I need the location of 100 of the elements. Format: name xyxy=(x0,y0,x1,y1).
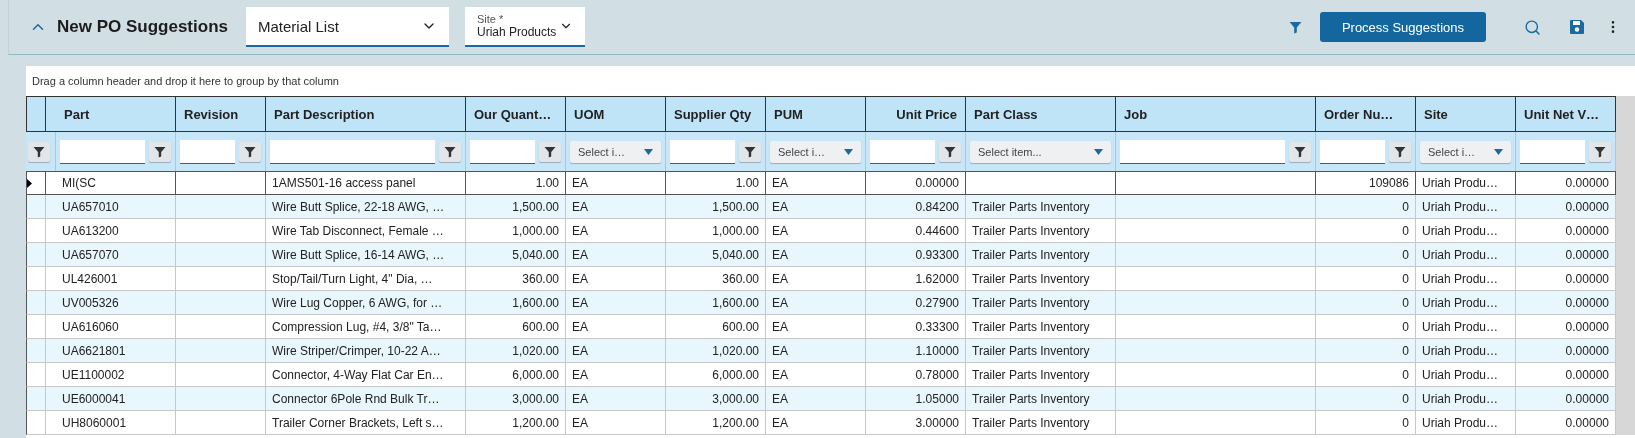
column-header[interactable]: Site xyxy=(1416,96,1516,132)
column-header[interactable]: Order Nu… xyxy=(1316,96,1416,132)
filter-button[interactable] xyxy=(939,141,961,162)
table-cell: Trailer Corner Brackets, Left s… xyxy=(266,411,466,435)
column-header[interactable]: Job xyxy=(1116,96,1316,132)
table-cell: UL426001 xyxy=(56,267,176,291)
table-cell: 6,000.00 xyxy=(466,363,566,387)
column-header[interactable]: Unit Net V… xyxy=(1516,96,1616,132)
filter-input[interactable] xyxy=(870,139,935,164)
table-cell: Wire Striper/Crimper, 10-22 A… xyxy=(266,339,466,363)
filter-input[interactable] xyxy=(270,139,435,164)
table-cell: UA657010 xyxy=(56,195,176,219)
filter-input[interactable] xyxy=(1520,139,1585,164)
table-cell: 109086 xyxy=(1316,171,1416,195)
table-cell: 600.00 xyxy=(466,315,566,339)
table-cell: 1,020.00 xyxy=(466,339,566,363)
table-cell: 0.00000 xyxy=(1516,363,1616,387)
table-cell: UV005326 xyxy=(56,291,176,315)
row-indicator[interactable] xyxy=(26,171,46,195)
filter-button[interactable] xyxy=(739,141,761,162)
column-header[interactable]: UOM xyxy=(566,96,666,132)
filter-input[interactable] xyxy=(1120,139,1285,164)
table-cell: Uriah Produ… xyxy=(1416,171,1516,195)
table-cell: 0.44600 xyxy=(866,219,966,243)
table-cell: Stop/Tail/Turn Light, 4" Dia, … xyxy=(266,267,466,291)
table-cell: EA xyxy=(566,363,666,387)
filter-button[interactable] xyxy=(239,141,261,162)
filter-select[interactable]: Select i… xyxy=(770,140,861,163)
table-cell: 1,020.00 xyxy=(666,339,766,363)
table-cell: 1.62000 xyxy=(866,267,966,291)
filter-icon xyxy=(244,145,256,158)
filter-button[interactable] xyxy=(539,141,561,162)
site-select[interactable]: Site * Uriah Products xyxy=(465,7,585,47)
group-by-hint: Drag a column header and drop it here to group by that column xyxy=(31,74,340,89)
column-header[interactable]: PUM xyxy=(766,96,866,132)
column-header[interactable]: Our Quant… xyxy=(466,96,566,132)
filter-input[interactable] xyxy=(470,139,535,164)
table-cell: Uriah Produ… xyxy=(1416,363,1516,387)
table-cell: EA xyxy=(766,243,866,267)
table-cell: Uriah Produ… xyxy=(1416,411,1516,435)
filter-button[interactable] xyxy=(28,141,50,162)
column-header[interactable]: Revision xyxy=(176,96,266,132)
table-cell: EA xyxy=(766,219,866,243)
table-cell: Uriah Produ… xyxy=(1416,387,1516,411)
field-value: Uriah Products xyxy=(477,25,557,39)
table-cell: 1.10000 xyxy=(866,339,966,363)
filter-input[interactable] xyxy=(180,139,235,164)
view-select[interactable]: Material List xyxy=(246,7,449,47)
table-cell: EA xyxy=(566,291,666,315)
table-cell: UE6000041 xyxy=(56,387,176,411)
filter-select[interactable]: Select i… xyxy=(1420,140,1511,163)
column-header[interactable]: Supplier Qty xyxy=(666,96,766,132)
filter-button[interactable] xyxy=(1289,141,1311,162)
filter-select[interactable]: Select i… xyxy=(570,140,661,163)
table-cell: EA xyxy=(566,339,666,363)
filter-button[interactable] xyxy=(1389,141,1411,162)
filter-icon xyxy=(544,145,556,158)
table-cell: 0.93300 xyxy=(866,243,966,267)
scrollbar[interactable] xyxy=(1616,96,1635,435)
table-cell: 0.00000 xyxy=(1516,387,1616,411)
filter-icon xyxy=(1294,145,1306,158)
table-cell: Trailer Parts Inventory xyxy=(966,387,1116,411)
table-cell: 1,600.00 xyxy=(666,291,766,315)
filter-input[interactable] xyxy=(1320,139,1385,164)
table-cell: Trailer Parts Inventory xyxy=(966,195,1116,219)
table-cell: EA xyxy=(566,267,666,291)
table-cell: Trailer Parts Inventory xyxy=(966,267,1116,291)
table-cell: UA616060 xyxy=(56,315,176,339)
filter-input[interactable] xyxy=(670,139,735,164)
table-cell: Trailer Parts Inventory xyxy=(966,363,1116,387)
page-title: New PO Suggestions xyxy=(57,17,228,37)
filter-button[interactable] xyxy=(1589,141,1611,162)
filter-icon xyxy=(1594,145,1606,158)
filter-select[interactable]: Select item... xyxy=(970,140,1111,163)
search-button[interactable] xyxy=(1524,18,1541,36)
column-header[interactable]: Unit Price xyxy=(866,96,966,132)
process-suggestions-button[interactable]: Process Suggestions xyxy=(1319,12,1486,42)
column-header[interactable]: Part Class xyxy=(966,96,1116,132)
table-cell: 0 xyxy=(1316,243,1416,267)
table-cell: EA xyxy=(766,315,866,339)
save-button[interactable] xyxy=(1569,19,1585,35)
column-header[interactable]: Part Description xyxy=(266,96,466,132)
table-cell: EA xyxy=(566,387,666,411)
table-cell: 5,040.00 xyxy=(466,243,566,267)
table-cell: EA xyxy=(766,267,866,291)
filter-icon xyxy=(33,145,45,158)
filter-button[interactable] xyxy=(149,141,171,162)
table-cell: 3,000.00 xyxy=(466,387,566,411)
table-cell: EA xyxy=(566,411,666,435)
caret-icon xyxy=(844,148,853,155)
table-cell: 0.33300 xyxy=(866,315,966,339)
table-cell: Wire Tab Disconnect, Female … xyxy=(266,219,466,243)
table-cell: 1,000.00 xyxy=(666,219,766,243)
table-cell: Wire Butt Splice, 16-14 AWG, … xyxy=(266,243,466,267)
table-cell: 0 xyxy=(1316,363,1416,387)
filter-button[interactable] xyxy=(439,141,461,162)
filter-input[interactable] xyxy=(60,139,145,164)
table-cell: 0 xyxy=(1316,267,1416,291)
filter-icon xyxy=(154,145,166,158)
table-cell: Uriah Produ… xyxy=(1416,243,1516,267)
